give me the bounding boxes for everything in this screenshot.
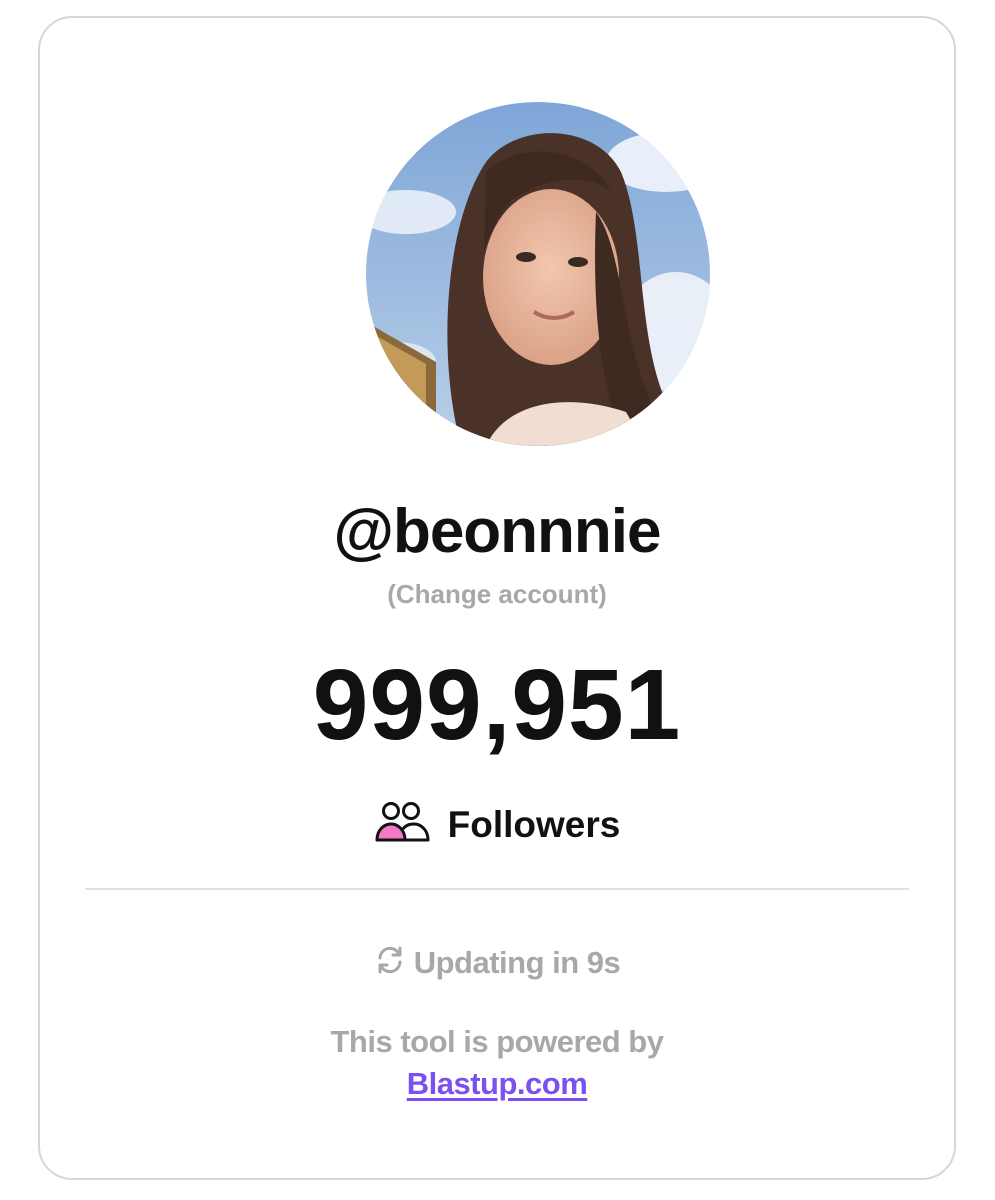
updating-countdown: Updating in 9s	[413, 944, 621, 980]
blastup-link[interactable]: Blastup.com	[407, 1066, 588, 1101]
username: @beonnnie	[333, 497, 661, 566]
avatar	[366, 102, 710, 446]
follower-counter-card: @beonnnie (Change account) 999,951 Follo…	[38, 16, 956, 1180]
divider	[85, 888, 909, 890]
powered-by-link-row: Blastup.com	[40, 1066, 954, 1102]
profile-photo	[366, 102, 710, 446]
refresh-icon	[374, 944, 406, 981]
change-account-link[interactable]: (Change account)	[40, 579, 954, 610]
followers-label: Followers	[447, 803, 621, 845]
follower-count: 999,951	[312, 649, 682, 761]
powered-by-text: This tool is powered by	[330, 1024, 664, 1059]
followers-label-row: Followers	[40, 800, 954, 849]
users-icon	[374, 800, 430, 849]
update-status: Updating in 9s	[40, 944, 954, 981]
